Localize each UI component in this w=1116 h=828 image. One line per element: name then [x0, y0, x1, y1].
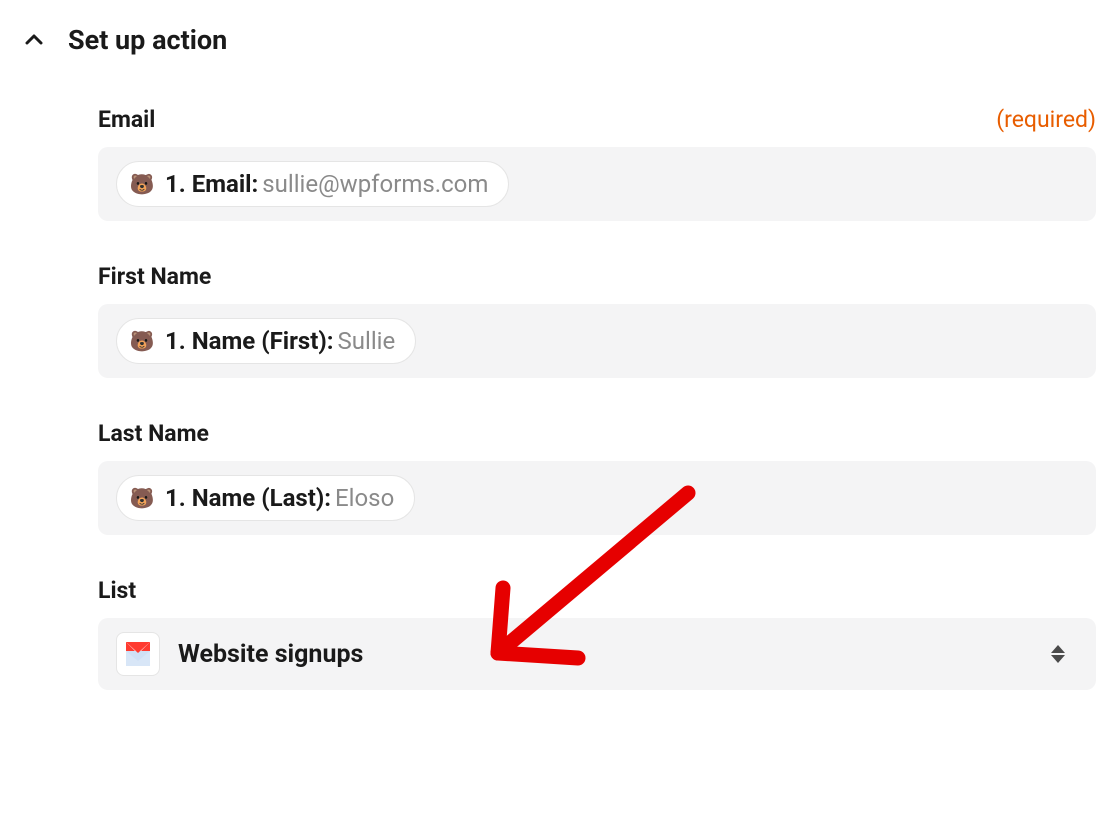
select-chevron-icon [1048, 645, 1068, 663]
email-input[interactable]: 🐻 1. Email: sullie@wpforms.com [98, 147, 1096, 221]
lastname-field-group: Last Name 🐻 1. Name (Last): Eloso [98, 420, 1096, 535]
list-selected-value: Website signups [178, 640, 363, 669]
wpforms-bear-icon: 🐻 [129, 171, 155, 197]
list-select[interactable]: Website signups [98, 618, 1096, 690]
list-label-row: List [98, 577, 1096, 604]
firstname-value-pill[interactable]: 🐻 1. Name (First): Sullie [116, 318, 416, 364]
email-field-group: Email (required) 🐻 1. Email: sullie@wpfo… [98, 106, 1096, 221]
lastname-input[interactable]: 🐻 1. Name (Last): Eloso [98, 461, 1096, 535]
wpforms-bear-icon: 🐻 [129, 328, 155, 354]
section-title: Set up action [68, 24, 227, 56]
lastname-label: Last Name [98, 420, 209, 447]
email-label-row: Email (required) [98, 106, 1096, 133]
email-label: Email [98, 106, 155, 133]
pill-value: Sullie [338, 327, 396, 355]
list-field-group: List Website signups [98, 577, 1096, 690]
pill-label: 1. Name (First): [165, 327, 334, 355]
lastname-label-row: Last Name [98, 420, 1096, 447]
list-left: Website signups [116, 632, 363, 676]
pill-value: sullie@wpforms.com [262, 170, 488, 198]
lastname-value-pill[interactable]: 🐻 1. Name (Last): Eloso [116, 475, 415, 521]
firstname-field-group: First Name 🐻 1. Name (First): Sullie [98, 263, 1096, 378]
sendfox-app-icon [116, 632, 160, 676]
collapse-chevron-icon[interactable] [24, 30, 44, 50]
list-label: List [98, 577, 136, 604]
firstname-label: First Name [98, 263, 211, 290]
pill-value: Eloso [335, 484, 394, 512]
section-header: Set up action [20, 24, 1096, 56]
pill-label: 1. Name (Last): [165, 484, 331, 512]
pill-label: 1. Email: [165, 170, 258, 198]
email-value-pill[interactable]: 🐻 1. Email: sullie@wpforms.com [116, 161, 509, 207]
firstname-label-row: First Name [98, 263, 1096, 290]
fields-container: Email (required) 🐻 1. Email: sullie@wpfo… [98, 106, 1096, 690]
required-indicator: (required) [996, 106, 1096, 133]
wpforms-bear-icon: 🐻 [129, 485, 155, 511]
firstname-input[interactable]: 🐻 1. Name (First): Sullie [98, 304, 1096, 378]
